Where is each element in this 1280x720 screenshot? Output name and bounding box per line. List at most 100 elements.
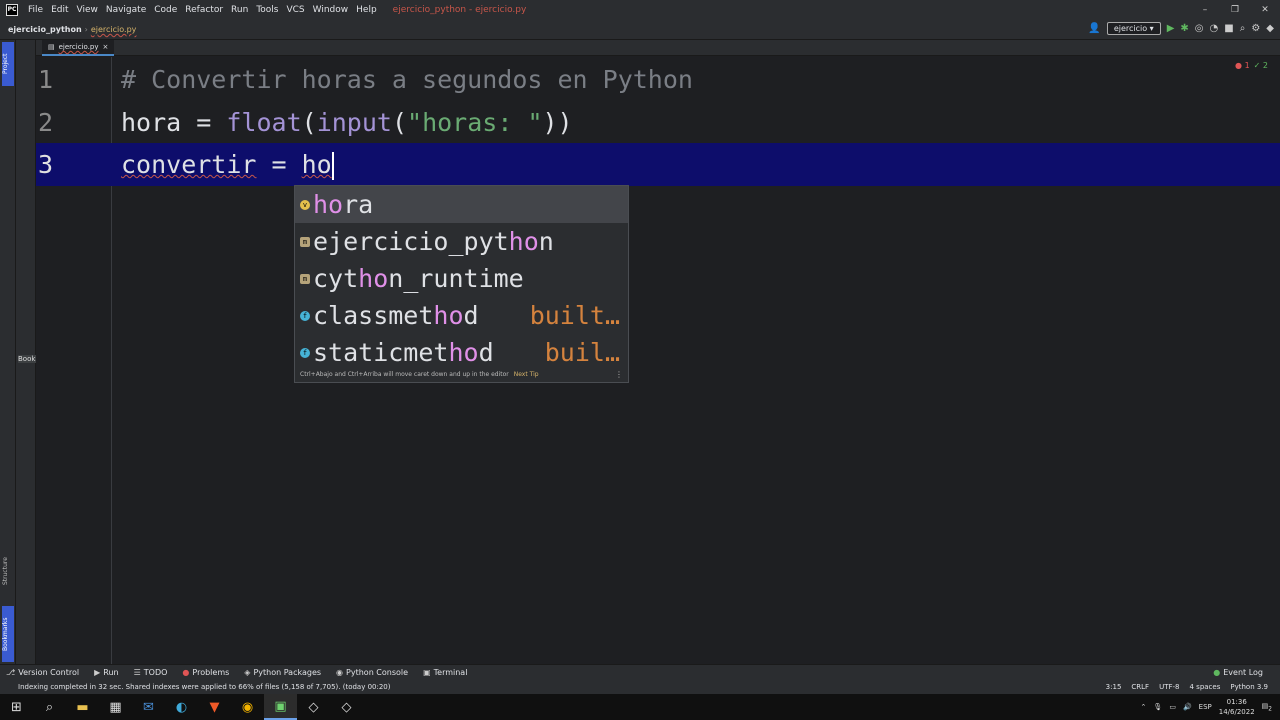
file-explorer-icon[interactable]: ▬ [66,694,99,720]
microphone-icon[interactable]: 🎙 [1153,703,1162,711]
tool-terminal[interactable]: ▣ Terminal [417,668,476,677]
settings-icon[interactable]: ⚙ [1251,23,1260,34]
code-line-current: 3 convertir = ho [36,143,1280,186]
list-icon: ☰ [133,668,141,677]
status-message[interactable]: Indexing completed in 32 sec. Shared ind… [0,683,390,691]
identifier: hora [121,108,182,137]
tool-python-console[interactable]: ◉ Python Console [330,668,417,677]
run-icon[interactable]: ▶ [1167,23,1175,34]
store-icon[interactable]: ▦ [99,694,132,720]
completion-footer: Ctrl+Abajo and Ctrl+Arriba will move car… [295,368,628,382]
run-icon: ▶ [94,668,101,677]
line-number: 3 [38,150,54,179]
menu-vcs[interactable]: VCS [282,5,308,15]
bookmarks-tool-tab[interactable]: Bookmarks [2,606,14,662]
menu-edit[interactable]: Edit [47,5,72,15]
python-icon: ◉ [336,668,344,677]
chrome-icon[interactable]: ◉ [231,694,264,720]
volume-icon[interactable]: 🔊 [1183,703,1192,711]
language-indicator[interactable]: ESP [1199,703,1212,711]
breadcrumb-file[interactable]: ejercicio.py [91,25,137,34]
close-tab-icon[interactable]: × [102,43,108,51]
completion-item[interactable]: v ho ra [295,186,628,223]
chevron-up-icon[interactable]: ⌃ [1141,703,1147,711]
bookmarks-panel-header[interactable]: Book [18,355,36,363]
project-tool-tab[interactable]: Project [2,42,14,86]
edge-icon[interactable]: ◐ [165,694,198,720]
search-icon[interactable]: ⌕ [1240,23,1246,34]
tool-python-packages[interactable]: ◈ Python Packages [238,668,330,677]
updates-icon[interactable]: ◆ [1266,23,1274,34]
app-icon[interactable]: ◇ [330,694,363,720]
menu-run[interactable]: Run [227,5,252,15]
line-separator[interactable]: CRLF [1131,683,1149,691]
chevron-right-icon: › [84,25,88,34]
user-icon[interactable]: 👤 [1088,23,1100,34]
minimize-icon[interactable]: – [1190,0,1220,20]
function-icon: f [300,310,310,321]
app-icon[interactable]: ◇ [297,694,330,720]
status-widgets: 3:15 CRLF UTF-8 4 spaces Python 3.9 [1106,683,1268,691]
completion-item[interactable]: m cyt ho n_runtime [295,260,628,297]
indent-setting[interactable]: 4 spaces [1190,683,1221,691]
menu-file[interactable]: File [24,5,47,15]
network-icon[interactable]: ▭ [1169,703,1176,711]
run-config-select[interactable]: ejercicio ▾ [1106,22,1161,35]
windows-taskbar: ⊞ ⌕ ▬ ▦ ✉ ◐ ▼ ◉ ▣ ◇ ◇ ⌃ 🎙 ▭ 🔊 ESP 01:36 … [0,694,1280,720]
file-encoding[interactable]: UTF-8 [1159,683,1179,691]
brave-icon[interactable]: ▼ [198,694,231,720]
tool-run[interactable]: ▶ Run [88,668,128,677]
error-icon: ● [182,668,190,677]
python-interpreter[interactable]: Python 3.9 [1230,683,1268,691]
tool-todo[interactable]: ☰ TODO [128,668,177,677]
menu-window[interactable]: Window [309,5,353,15]
function-icon: f [300,347,310,358]
toolbar-right: 👤 ejercicio ▾ ▶ ✱ ◎ ◔ ■ ⌕ ⚙ ◆ [1088,22,1274,35]
status-bar: Indexing completed in 32 sec. Shared ind… [0,680,1280,694]
pycharm-taskbar-icon[interactable]: ▣ [264,694,297,720]
caret-position[interactable]: 3:15 [1106,683,1122,691]
structure-tool-tab[interactable]: Structure [2,548,14,594]
next-tip-link[interactable]: Next Tip [514,371,539,378]
debug-icon[interactable]: ✱ [1180,23,1188,34]
windows-start-icon[interactable]: ⊞ [0,694,33,720]
builtin-function: input [316,108,392,137]
tab-label: ejercicio.py [58,43,99,51]
stop-icon[interactable]: ■ [1224,23,1233,34]
profile-icon[interactable]: ◔ [1210,23,1219,34]
notification-icon[interactable]: ▤2 [1262,702,1272,712]
menu-view[interactable]: View [73,5,102,15]
pycharm-logo-icon: PC [6,4,18,16]
more-options-icon[interactable]: ⋮ [615,370,623,379]
line-number: 2 [38,108,54,137]
completion-item[interactable]: f staticmet ho d buil… [295,334,628,371]
module-icon: m [300,236,310,247]
menu-navigate[interactable]: Navigate [102,5,150,15]
restore-icon[interactable]: ❐ [1220,0,1250,20]
tool-event-log[interactable]: ● Event Log [1207,668,1272,677]
title-bar: PC File Edit View Navigate Code Refactor… [0,0,1280,20]
code-line: 1 # Convertir horas a segundos en Python [36,58,1280,101]
event-log-icon: ● [1213,668,1221,677]
menu-refactor[interactable]: Refactor [181,5,227,15]
text-caret [331,152,334,180]
menu-code[interactable]: Code [150,5,181,15]
navigation-bar: ejercicio_python › ejercicio.py 👤 ejerci… [0,20,1280,40]
clock[interactable]: 01:36 14/6/2022 [1219,697,1255,717]
close-icon[interactable]: ✕ [1250,0,1280,20]
paren: )) [542,108,573,137]
mail-icon[interactable]: ✉ [132,694,165,720]
tab-ejercicio[interactable]: ▤ ejercicio.py × [42,40,115,56]
tool-version-control[interactable]: ⎇ Version Control [0,668,88,677]
coverage-icon[interactable]: ◎ [1195,23,1204,34]
menu-help[interactable]: Help [352,5,381,15]
breadcrumb-project[interactable]: ejercicio_python [0,25,82,34]
builtin-function: float [226,108,302,137]
menu-tools[interactable]: Tools [252,5,282,15]
tool-problems[interactable]: ● Problems [176,668,238,677]
completion-item[interactable]: f classmet ho d built… [295,297,628,334]
completion-item[interactable]: m ejercicio_pyt ho n [295,223,628,260]
code-editor[interactable]: ● 1 ✓ 2 1 # Convertir horas a segundos e… [36,57,1280,664]
terminal-icon: ▣ [423,668,431,677]
search-icon[interactable]: ⌕ [33,694,66,720]
